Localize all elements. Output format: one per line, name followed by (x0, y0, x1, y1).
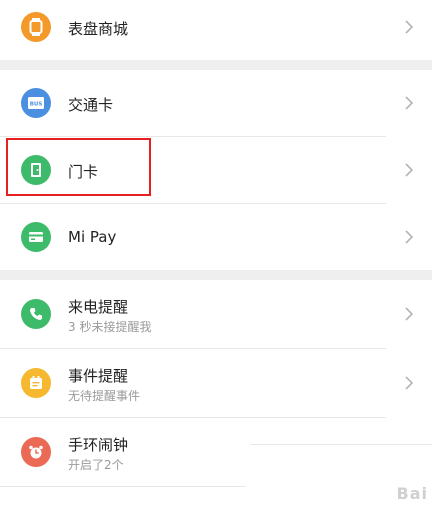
call-reminder-subtitle: 3 秒未接提醒我 (68, 320, 152, 334)
divider (250, 444, 432, 445)
section-reminders: 来电提醒 3 秒未接提醒我 事件提醒 无待提醒事件 手环闹钟 开启了2个 (0, 280, 432, 505)
alarm-label: 手环闹钟 (68, 436, 129, 454)
card-icon (21, 222, 51, 252)
transit-card-label: 交通卡 (68, 96, 114, 114)
svg-text:BUS: BUS (30, 102, 43, 108)
chevron-right-icon (405, 163, 414, 177)
list-item-watch-store[interactable]: 表盘商城 (0, 0, 432, 60)
watch-store-label: 表盘商城 (68, 20, 129, 38)
event-reminder-label: 事件提醒 (68, 367, 129, 385)
call-reminder-label: 来电提醒 (68, 298, 129, 316)
bus-card-icon: BUS (21, 88, 51, 118)
event-reminder-subtitle: 无待提醒事件 (68, 389, 141, 403)
calendar-icon (21, 368, 51, 398)
alarm-subtitle: 开启了2个 (68, 458, 124, 472)
watch-icon (21, 12, 51, 42)
chevron-right-icon (405, 376, 414, 390)
divider (0, 486, 246, 487)
list-item-transit-card[interactable]: BUS 交通卡 (0, 70, 432, 136)
mi-pay-label: Mi Pay (68, 228, 117, 246)
watermark: Bai (396, 484, 428, 503)
alarm-clock-icon (21, 437, 51, 467)
chevron-right-icon (405, 96, 414, 110)
chevron-right-icon (405, 230, 414, 244)
chevron-right-icon (405, 20, 414, 34)
list-item-mi-pay[interactable]: Mi Pay (0, 204, 432, 270)
list-item-call-reminder[interactable]: 来电提醒 3 秒未接提醒我 (0, 280, 432, 348)
highlight-annotation (6, 138, 151, 196)
phone-icon (21, 299, 51, 329)
list-item-event-reminder[interactable]: 事件提醒 无待提醒事件 (0, 349, 432, 417)
section-store: 表盘商城 (0, 0, 432, 60)
chevron-right-icon (405, 307, 414, 321)
settings-page: 表盘商城 BUS 交通卡 门卡 Mi Pay 来电提醒 3 秒未接提醒我 事件提… (0, 0, 432, 505)
list-item-alarm[interactable]: 手环闹钟 开启了2个 (0, 418, 432, 486)
